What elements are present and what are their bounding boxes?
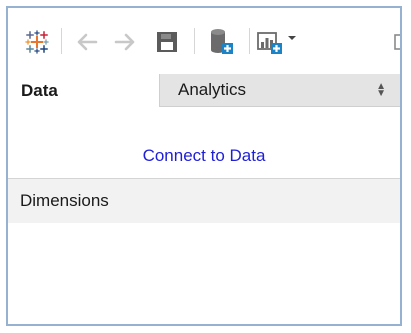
dimensions-list (8, 223, 400, 324)
tab-analytics-label: Analytics (178, 80, 247, 99)
toolbar-separator (249, 28, 250, 54)
forward-arrow-icon (114, 33, 135, 51)
forward-button[interactable] (109, 25, 141, 59)
new-data-source-button[interactable] (204, 25, 238, 59)
connect-to-data-link[interactable]: Connect to Data (8, 146, 400, 166)
sort-arrows-icon[interactable]: ▲ ▼ (376, 82, 386, 99)
tab-data-label: Data (21, 80, 58, 100)
dimensions-header: Dimensions (8, 179, 400, 223)
tableau-logo-button[interactable] (22, 25, 52, 59)
toolbar-separator (61, 28, 62, 54)
data-pane-window: Data Analytics ▲ ▼ Connect to Data Dimens… (6, 6, 402, 326)
save-icon (157, 32, 177, 52)
new-worksheet-button[interactable] (256, 25, 306, 59)
new-worksheet-icon (257, 32, 282, 54)
tab-data[interactable]: Data (8, 74, 160, 107)
tab-analytics[interactable]: Analytics ▲ ▼ (160, 74, 400, 107)
partial-toolbar-icon (394, 34, 400, 50)
data-pane-tabs: Data Analytics ▲ ▼ (8, 74, 400, 107)
back-arrow-icon (77, 33, 98, 51)
tableau-logo-icon (25, 30, 49, 54)
next-toolbar-button[interactable] (394, 25, 400, 59)
back-button[interactable] (71, 25, 103, 59)
toolbar-separator (194, 28, 195, 54)
connect-section: Connect to Data (8, 107, 400, 179)
save-button[interactable] (151, 25, 183, 59)
toolbar (8, 8, 400, 74)
new-data-source-icon (211, 29, 233, 54)
dimensions-label: Dimensions (20, 191, 109, 210)
dropdown-arrow-icon (288, 36, 296, 40)
